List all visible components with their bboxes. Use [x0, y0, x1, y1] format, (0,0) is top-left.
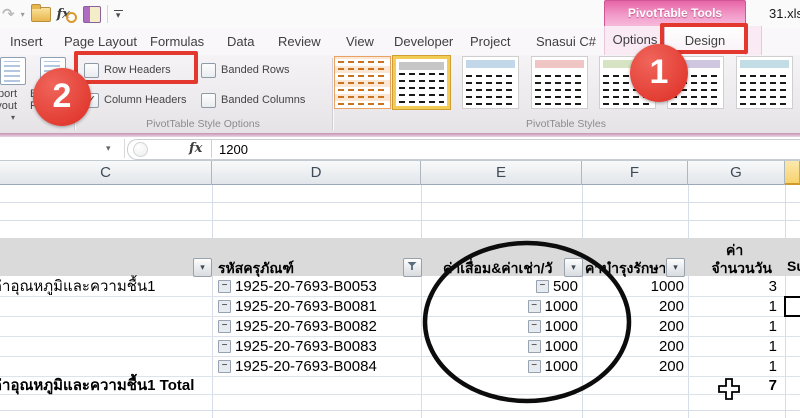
- row-label-c: ค่าอุณหภูมิและความชื้น1: [0, 276, 207, 296]
- column-header-c[interactable]: C: [0, 161, 212, 185]
- banded-rows-checkbox[interactable]: [201, 63, 216, 78]
- collapse-icon[interactable]: −: [528, 320, 541, 333]
- tab-review[interactable]: Review: [278, 28, 321, 55]
- chevron-down-icon: ▾: [11, 112, 15, 124]
- filter-dropdown-f[interactable]: ▾: [666, 258, 685, 277]
- gridline: [0, 202, 800, 203]
- cell-f: 200: [583, 296, 684, 316]
- column-header-h-highlighted[interactable]: [785, 161, 800, 185]
- cell-g: 1: [689, 296, 777, 316]
- report-layout-icon: [0, 57, 26, 85]
- cell-e: −500: [422, 276, 578, 296]
- formula-buttons-icon: [133, 142, 148, 157]
- cell-g: 3: [689, 276, 777, 296]
- redo-icon[interactable]: ↷: [2, 5, 15, 23]
- tab-data[interactable]: Data: [227, 28, 254, 55]
- cell-d: −1925-20-7693-B0084: [218, 356, 418, 376]
- formula-bar-value[interactable]: 1200: [219, 142, 248, 157]
- filter-dropdown-c[interactable]: ▾: [193, 258, 212, 277]
- collapse-icon[interactable]: −: [536, 280, 549, 293]
- funnel-icon: [408, 262, 417, 270]
- quick-access-toolbar: ↷ ▾ fx ▾: [2, 3, 123, 25]
- banded-columns-checkbox[interactable]: [201, 93, 216, 108]
- cell-d: −1925-20-7693-B0081: [218, 296, 418, 316]
- document-title: 31.xls: [769, 6, 800, 21]
- cell-e: −1000: [422, 336, 578, 356]
- collapse-icon[interactable]: −: [218, 300, 231, 313]
- column-headers-label: Column Headers: [104, 94, 187, 106]
- pivot-style-thumbnail-3[interactable]: [462, 56, 519, 109]
- collapse-icon[interactable]: −: [218, 320, 231, 333]
- total-row[interactable]: ค่าอุณหภูมิและความชื้น1 Total 7: [0, 376, 800, 395]
- pivot-style-thumbnail-1[interactable]: [334, 56, 391, 109]
- annotation-badge-1: 1: [630, 44, 688, 102]
- gridline: [0, 220, 800, 221]
- tab-insert[interactable]: Insert: [10, 28, 43, 55]
- pivot-style-thumbnail-4[interactable]: [531, 56, 588, 109]
- cell-d: −1925-20-7693-B0053: [218, 276, 418, 296]
- cell-e: −1000: [422, 356, 578, 376]
- collapse-icon[interactable]: −: [528, 340, 541, 353]
- customize-qat-icon[interactable]: ▾: [114, 10, 123, 19]
- cell-d: −1925-20-7693-B0082: [218, 316, 418, 336]
- pivot-style-thumbnail-7[interactable]: [736, 56, 793, 109]
- tab-developer[interactable]: Developer: [394, 28, 453, 55]
- annotation-badge-2: 2: [33, 68, 91, 126]
- tab-snasui[interactable]: Snasui C#: [536, 28, 596, 55]
- open-folder-icon[interactable]: [31, 7, 51, 22]
- redo-dropdown-icon[interactable]: ▾: [21, 10, 25, 19]
- cell-e: −1000: [422, 296, 578, 316]
- styles-group-label: PivotTable Styles: [332, 118, 800, 131]
- cell-g: 1: [689, 356, 777, 376]
- collapse-icon[interactable]: −: [218, 360, 231, 373]
- column-header-d[interactable]: D: [212, 161, 421, 185]
- workbook-icon[interactable]: [83, 6, 101, 23]
- table-row[interactable]: −1925-20-7693-B0082 −1000 200 1: [0, 316, 800, 337]
- collapse-icon[interactable]: −: [528, 300, 541, 313]
- tab-view[interactable]: View: [346, 28, 374, 55]
- cell-g: 1: [689, 336, 777, 356]
- total-label: ค่าอุณหภูมิและความชื้น1 Total: [0, 376, 322, 394]
- cell-f: 1000: [583, 276, 684, 296]
- filter-dropdown-e[interactable]: ▾: [564, 258, 583, 277]
- collapse-icon[interactable]: −: [218, 340, 231, 353]
- cell-d: −1925-20-7693-B0083: [218, 336, 418, 356]
- pivot-style-thumbnail-2-selected[interactable]: [393, 56, 450, 109]
- tab-project[interactable]: Project: [470, 28, 510, 55]
- cell-e: −1000: [422, 316, 578, 336]
- filter-applied-d[interactable]: [403, 258, 422, 277]
- banded-columns-label: Banded Columns: [221, 94, 305, 106]
- pivot-header-band: ค่า ▾ รหัสครุภัณฑ์ ค่าเสื่อม&ค่าเช่า/วั …: [0, 238, 800, 276]
- column-header-f[interactable]: F: [582, 161, 688, 185]
- cell-f: 200: [583, 356, 684, 376]
- collapse-icon[interactable]: −: [218, 280, 231, 293]
- table-row[interactable]: ค่าอุณหภูมิและความชื้น1 −1925-20-7693-B0…: [0, 276, 800, 297]
- selected-cell-border[interactable]: [784, 296, 800, 317]
- column-header-row: C D E F G: [0, 160, 800, 185]
- table-row[interactable]: −1925-20-7693-B0083 −1000 200 1: [0, 336, 800, 357]
- spreadsheet-grid[interactable]: ค่า ▾ รหัสครุภัณฑ์ ค่าเสื่อม&ค่าเช่า/วั …: [0, 185, 800, 418]
- insert-function-icon[interactable]: fx: [189, 142, 202, 155]
- formula-bar: ▾ fx 1200: [0, 137, 800, 160]
- gridline: [0, 410, 800, 411]
- name-box-separator: [124, 139, 125, 158]
- banded-rows-label: Banded Rows: [221, 64, 290, 76]
- total-g: 7: [689, 376, 777, 394]
- style-options-group-label: PivotTable Style Options: [74, 118, 332, 131]
- name-box-dropdown-icon[interactable]: ▾: [106, 143, 111, 154]
- column-header-e[interactable]: E: [421, 161, 582, 185]
- formula-separator: [211, 139, 212, 158]
- qat-separator: [107, 5, 108, 23]
- column-header-g[interactable]: G: [688, 161, 785, 185]
- cell-g: 1: [689, 316, 777, 336]
- table-row[interactable]: −1925-20-7693-B0081 −1000 200 1: [0, 296, 800, 317]
- pivot-header-h: Su: [787, 258, 800, 274]
- cell-f: 200: [583, 336, 684, 356]
- cell-f: 200: [583, 316, 684, 336]
- insert-function-zoom-icon[interactable]: fx: [57, 5, 77, 23]
- annotation-box-row-headers: [74, 51, 198, 84]
- collapse-icon[interactable]: −: [528, 360, 541, 373]
